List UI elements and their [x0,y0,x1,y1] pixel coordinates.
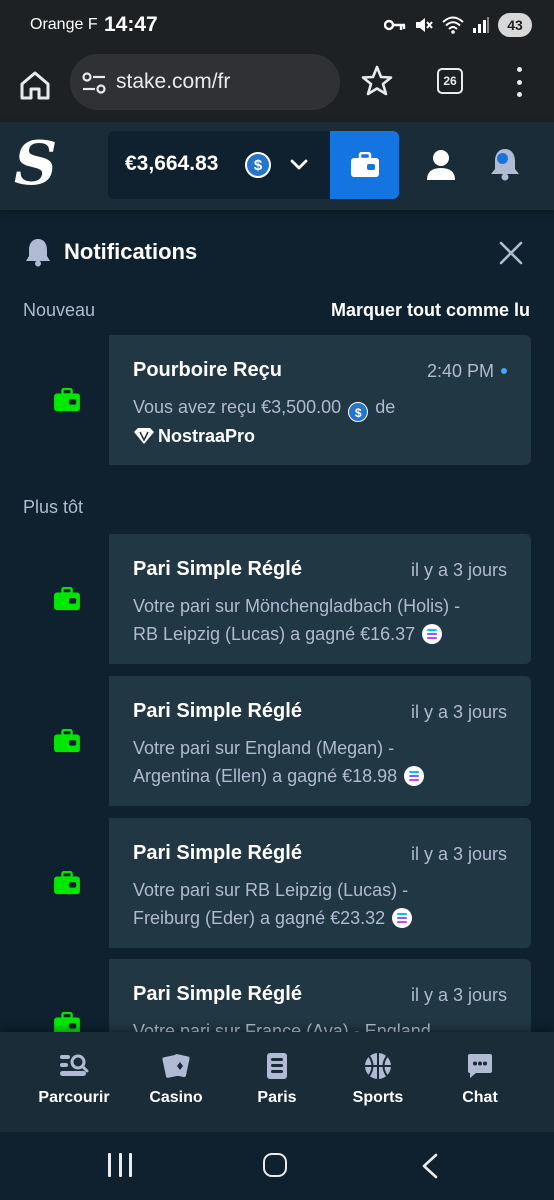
wallet-icon [53,388,80,412]
cards-icon [162,1054,190,1078]
browse-icon [60,1054,89,1076]
solana-coin-icon [404,766,425,786]
notification-time: il y a 3 jours [410,560,507,580]
notification-time: il y a 3 jours [410,985,507,1005]
bookmark-star-icon[interactable] [360,64,394,98]
browser-menu-icon[interactable] [507,67,531,97]
signal-icon [473,17,489,33]
card-icon-panel [24,818,109,948]
notification-title: Pari Simple Réglé [133,983,302,1005]
notification-body: Votre pari sur England (Megan) - Argenti… [133,734,513,790]
nav-label: Parcourir [38,1089,110,1106]
site-settings-icon[interactable] [82,72,106,94]
bet-text-line2: Freiburg (Eder) a gagné €23.32 [133,908,386,928]
bet-text-line1: Votre pari sur England (Megan) - [133,738,395,758]
usdc-coin-icon: $ [245,152,271,178]
battery-indicator: 43 [498,13,532,37]
solana-coin-icon [422,624,443,644]
notification-body: Votre pari sur RB Leipzig (Lucas) - Frei… [133,876,513,932]
nav-paris[interactable]: Paris [233,1032,321,1132]
wallet-icon [53,871,80,895]
system-home-icon[interactable] [263,1153,287,1177]
nav-label: Casino [149,1089,203,1106]
notification-time: il y a 3 jours [410,702,507,722]
tab-switcher[interactable]: 26 [437,68,463,94]
key-icon [384,19,406,31]
address-bar[interactable]: stake.com/fr [70,54,340,110]
status-bar: Orange F 14:47 43 [0,0,554,50]
browser-toolbar: stake.com/fr 26 [0,50,554,122]
bet-text-line2: Argentina (Ellen) a gagné €18.98 [133,766,398,786]
bet-text-line1: Votre pari sur RB Leipzig (Lucas) - [133,880,409,900]
chevron-down-icon [290,159,308,170]
card-icon-panel [24,335,109,465]
notifications-header: Notifications [24,237,197,267]
card-icon-panel [24,676,109,806]
notification-body: Vous avez reçu €3,500.00 $ de NostraaPro [133,393,513,450]
nav-browse[interactable]: Parcourir [30,1032,118,1132]
tip-amount-text: Vous avez reçu €3,500.00 [133,397,342,417]
recent-apps-icon[interactable] [108,1153,132,1177]
balance-selector[interactable]: €3,664.83 $ [108,131,330,199]
notification-title: Pari Simple Réglé [133,558,302,580]
close-icon[interactable] [498,240,524,266]
notification-title: Pourboire Reçu [133,359,282,381]
basketball-icon [365,1053,391,1079]
wallet-icon [53,729,80,753]
notification-title: Pari Simple Réglé [133,842,302,864]
wallet-icon [350,152,379,177]
balance-amount: €3,664.83 [125,152,219,175]
chat-icon [468,1054,492,1078]
notification-title: Pari Simple Réglé [133,700,302,722]
notification-dot [497,153,508,164]
status-icons: 43 [384,12,532,38]
notification-card-bet[interactable]: Pari Simple Réglé il y a 3 jours Votre p… [24,534,531,664]
nav-casino[interactable]: Casino [132,1032,220,1132]
carrier-name: Orange F [30,16,98,33]
tip-from-text: de [375,397,396,417]
mute-icon [416,18,433,32]
section-new-label: Nouveau [23,300,96,320]
notification-time: il y a 3 jours [410,844,507,864]
bet-text-line1: Votre pari sur Mönchengladbach (Holis) - [133,596,461,616]
notification-time: 2:40 PM [426,361,494,381]
notification-body: Votre pari sur Mönchengladbach (Holis) -… [133,592,513,648]
wallet-button[interactable] [330,131,399,199]
app-header: S €3,664.83 $ [0,122,554,210]
bell-icon[interactable] [489,146,521,182]
notification-card-bet[interactable]: Pari Simple Réglé il y a 3 jours Votre p… [24,818,531,948]
mark-all-read-button[interactable]: Marquer tout comme lu [331,300,530,321]
screen: Orange F 14:47 43 stake.com/fr 26 S €3,6… [0,0,554,1200]
back-icon[interactable] [420,1153,440,1179]
nav-sports[interactable]: Sports [334,1032,422,1132]
notification-card-bet[interactable]: Pari Simple Réglé il y a 3 jours Votre p… [24,676,531,806]
wallet-icon [53,587,80,611]
tip-sender-name[interactable]: NostraaPro [158,426,255,446]
system-navigation-bar [0,1132,554,1200]
unread-dot [501,368,507,374]
usdc-coin-icon: $ [348,402,369,422]
nav-chat[interactable]: Chat [436,1032,524,1132]
clock: 14:47 [104,13,158,36]
bottom-navigation: Parcourir Casino Paris Sports Chat [0,1032,554,1132]
vip-diamond-icon [134,428,154,444]
card-icon-panel [24,534,109,664]
user-icon[interactable] [424,148,458,182]
nav-label: Sports [352,1089,404,1106]
notification-card-tip[interactable]: Pourboire Reçu 2:40 PM Vous avez reçu €3… [24,335,531,465]
bell-icon [26,239,50,267]
betslip-icon [267,1053,287,1079]
url-text[interactable]: stake.com/fr [116,70,230,94]
nav-label: Chat [462,1089,498,1106]
notifications-title: Notifications [64,239,198,264]
home-icon[interactable] [17,67,53,103]
solana-coin-icon [392,908,413,928]
bet-text-line2: RB Leipzig (Lucas) a gagné €16.37 [133,624,416,644]
nav-label: Paris [257,1089,297,1106]
wifi-icon [442,16,464,34]
section-earlier-label: Plus tôt [23,497,84,517]
stake-logo[interactable]: S [14,132,57,196]
